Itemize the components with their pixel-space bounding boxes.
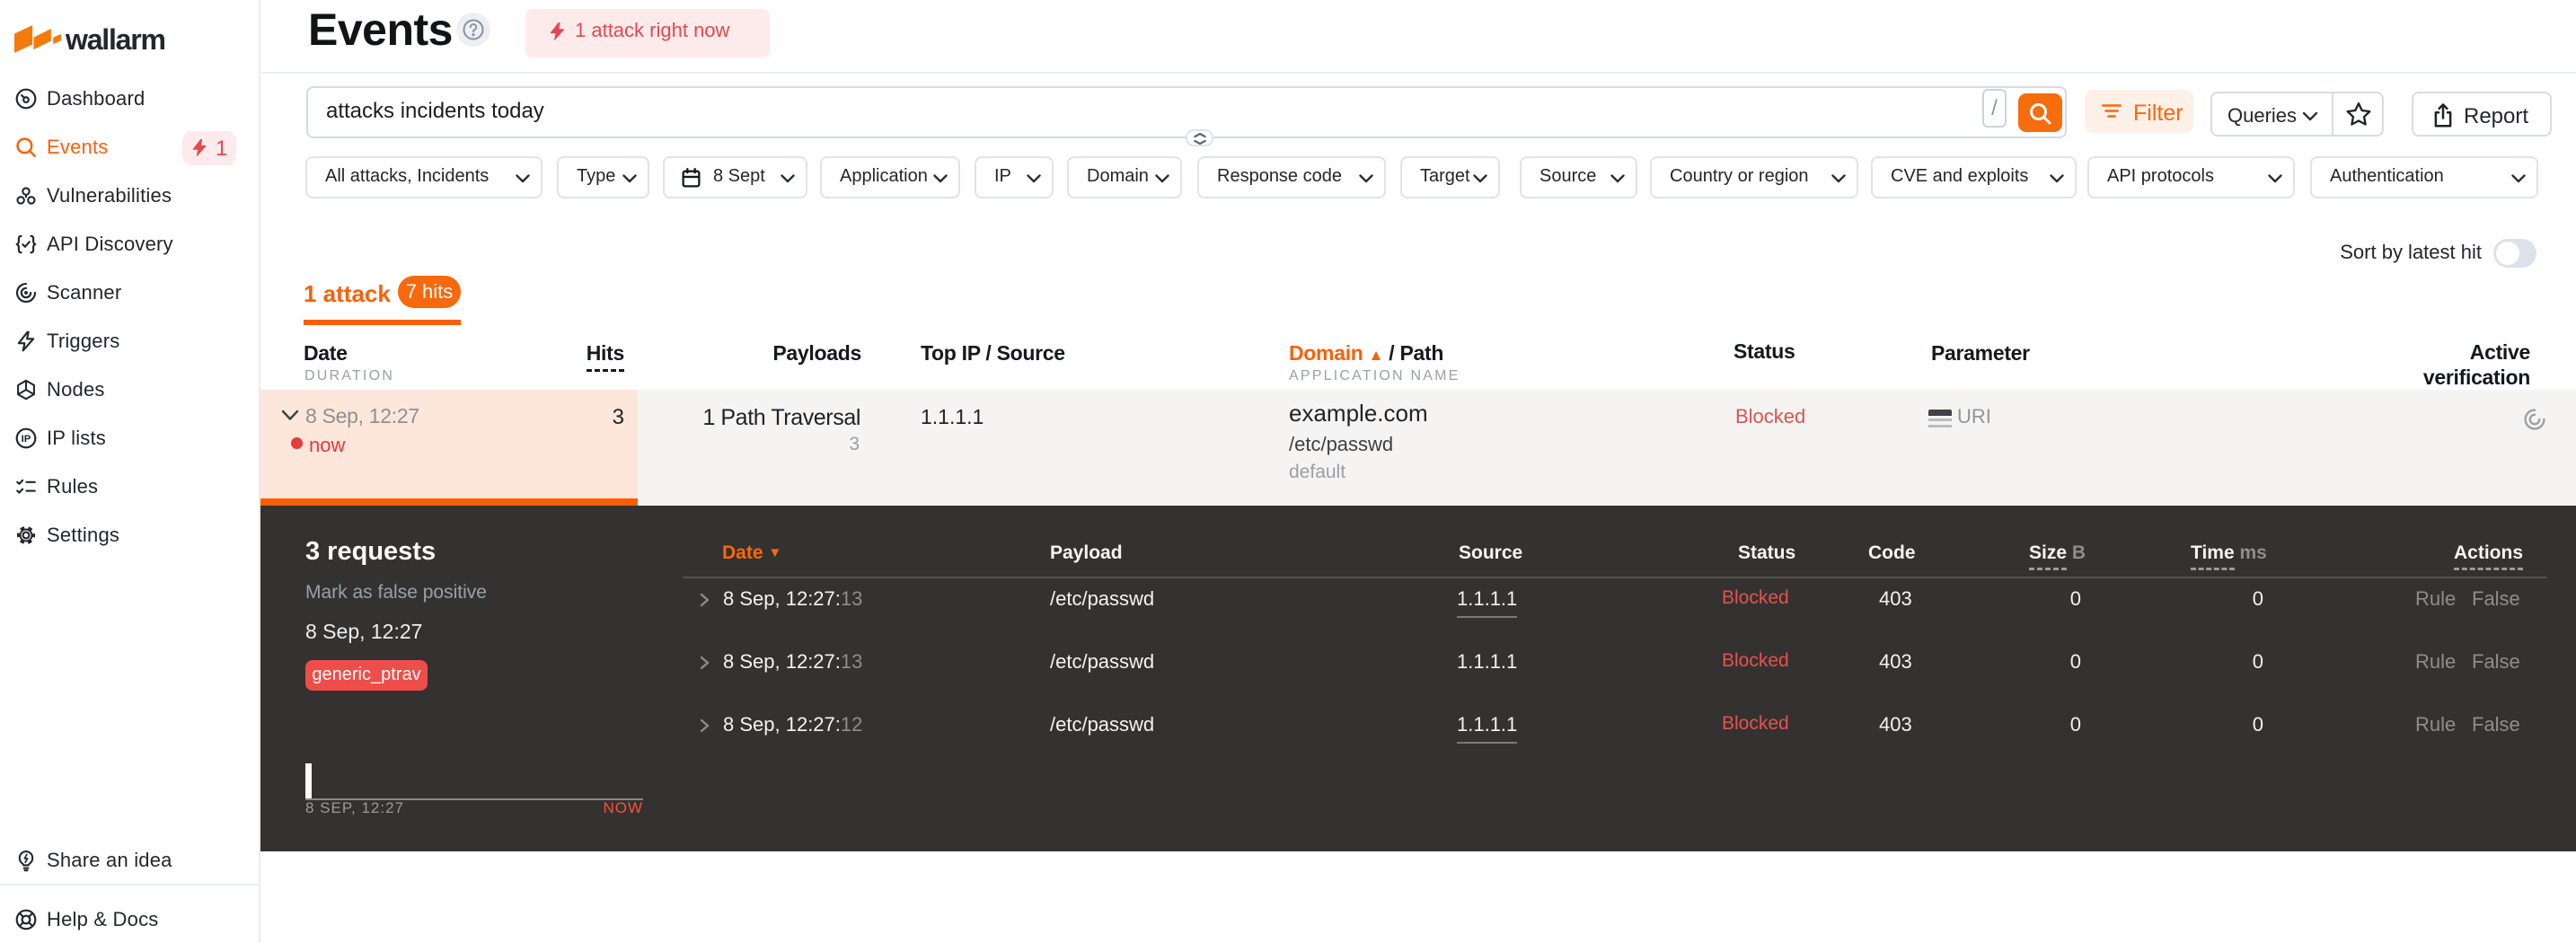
svg-text:IP: IP <box>22 434 31 445</box>
